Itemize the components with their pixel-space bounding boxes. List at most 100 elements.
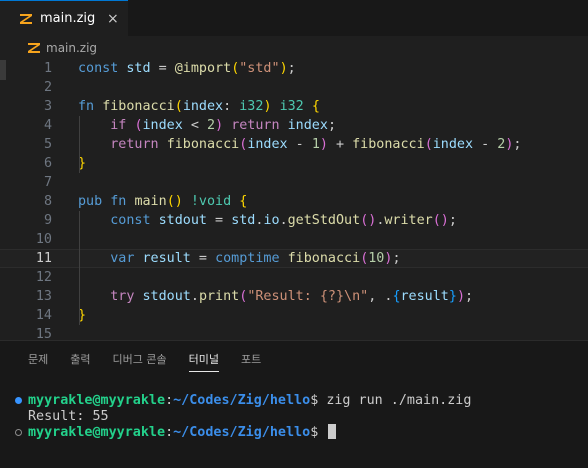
terminal-text: myyrakle@myyrakle:~/Codes/Zig/hello$ zig… bbox=[28, 392, 471, 409]
code-token: !void bbox=[190, 194, 232, 209]
code-line[interactable]: 5 return fibonacci(index - 1) + fibonacc… bbox=[0, 135, 588, 154]
code-token: ; bbox=[513, 137, 522, 152]
code-token: index bbox=[287, 118, 328, 133]
code-token: return bbox=[110, 137, 159, 152]
code-token: () bbox=[432, 213, 449, 228]
close-icon[interactable]: × bbox=[107, 9, 119, 29]
indent-guide bbox=[79, 211, 80, 325]
code-token: if bbox=[110, 118, 127, 133]
code-token: () bbox=[360, 213, 377, 228]
code-text: return fibonacci(index - 1) + fibonacci(… bbox=[78, 135, 521, 154]
code-token: var bbox=[110, 251, 135, 266]
code-token: try bbox=[110, 289, 135, 304]
code-token: = bbox=[150, 61, 175, 76]
code-token: i32 bbox=[279, 99, 304, 114]
code-token: index bbox=[432, 137, 474, 152]
terminal-line[interactable]: Result: 55 bbox=[0, 408, 588, 425]
terminal-output: Result: 55 bbox=[28, 409, 109, 424]
panel-tab[interactable]: 문제 bbox=[28, 351, 48, 372]
code-text: try stdout.print("Result: {?}\n", .{resu… bbox=[78, 287, 473, 306]
code-token: result bbox=[400, 289, 449, 304]
code-editor[interactable]: 1 const std = @import("std"); 2 3 fn fibonac… bbox=[0, 58, 588, 340]
code-line[interactable]: 3 fn fibonacci(index: i32) i32 { bbox=[0, 97, 588, 116]
code-token: ; bbox=[392, 251, 401, 266]
code-token: ; bbox=[287, 61, 296, 76]
code-token: @import bbox=[174, 61, 232, 76]
code-line[interactable]: 15 bbox=[0, 325, 588, 340]
prompt-separator: : bbox=[165, 393, 174, 408]
panel-tabs: 문제 출력 디버그 콘솔 터미널 포트 bbox=[28, 351, 283, 372]
code-token: { bbox=[311, 99, 320, 114]
line-number: 8 bbox=[43, 194, 52, 209]
code-token: < bbox=[182, 118, 207, 133]
code-token: fn bbox=[78, 99, 95, 114]
panel-tab[interactable]: 출력 bbox=[70, 351, 90, 372]
code-token: index bbox=[182, 99, 224, 114]
line-number: 14 bbox=[35, 308, 52, 323]
command-decoration-icon[interactable] bbox=[15, 429, 22, 436]
code-line[interactable]: 1 const std = @import("std"); bbox=[0, 59, 588, 78]
code-token: fibonacci bbox=[166, 137, 240, 152]
code-line[interactable]: 9 const stdout = std.io.getStdOut().writ… bbox=[0, 211, 588, 230]
code-token: writer bbox=[384, 213, 433, 228]
zig-icon bbox=[20, 13, 32, 24]
code-line[interactable]: 4 if (index < 2) return index; bbox=[0, 116, 588, 135]
code-line[interactable]: 2 bbox=[0, 78, 588, 97]
prompt-path: ~/Codes/Zig/hello bbox=[173, 425, 311, 440]
code-text: const stdout = std.io.getStdOut().writer… bbox=[78, 211, 457, 230]
tab-main-zig[interactable]: main.zig × bbox=[0, 0, 128, 36]
line-number: 6 bbox=[43, 156, 52, 171]
code-token: () bbox=[166, 194, 183, 209]
code-text: var result = comptime fibonacci(10); bbox=[78, 250, 401, 267]
code-token: io bbox=[263, 213, 280, 228]
breadcrumb-file-label: main.zig bbox=[46, 41, 98, 55]
line-number: 1 bbox=[43, 61, 52, 76]
line-number: 5 bbox=[43, 137, 52, 152]
code-line[interactable]: 6} bbox=[0, 154, 588, 173]
terminal-line[interactable]: myyrakle@myyrakle:~/Codes/Zig/hello$ bbox=[0, 424, 588, 441]
prompt-path: ~/Codes/Zig/hello bbox=[173, 393, 311, 408]
code-line[interactable]: 14} bbox=[0, 306, 588, 325]
code-line[interactable]: 13 try stdout.print("Result: {?}\n", .{r… bbox=[0, 287, 588, 306]
code-token: print bbox=[198, 289, 240, 304]
panel-tab[interactable]: 디버그 콘솔 bbox=[113, 351, 167, 372]
code-token: ) bbox=[456, 289, 465, 304]
code-line[interactable]: 10 bbox=[0, 230, 588, 249]
code-line[interactable]: 12 bbox=[0, 268, 588, 287]
code-token: stdout bbox=[142, 289, 191, 304]
code-token: fibonacci bbox=[352, 137, 425, 152]
panel-tab[interactable]: 포트 bbox=[241, 351, 261, 372]
code-token: 1 bbox=[311, 137, 320, 152]
code-line[interactable]: 7 bbox=[0, 173, 588, 192]
terminal-line[interactable]: myyrakle@myyrakle:~/Codes/Zig/hello$ zig… bbox=[0, 392, 588, 409]
code-token: ; bbox=[327, 118, 336, 133]
code-line[interactable]: 11 var result = comptime fibonacci(10); bbox=[0, 249, 588, 268]
line-number: 4 bbox=[43, 118, 52, 133]
code-token: ( bbox=[134, 118, 143, 133]
breadcrumb[interactable]: main.zig bbox=[28, 38, 97, 58]
prompt-symbol: $ bbox=[310, 393, 327, 408]
zig-icon bbox=[28, 43, 40, 53]
code-token: ( bbox=[174, 99, 183, 114]
code-token: - bbox=[473, 137, 498, 152]
code-token: fibonacci bbox=[102, 99, 175, 114]
editor-tab-bar: main.zig × bbox=[0, 0, 588, 36]
code-token: { bbox=[392, 289, 401, 304]
command-decoration-icon[interactable] bbox=[15, 397, 22, 404]
code-token: ; bbox=[448, 213, 457, 228]
panel-tab[interactable]: 터미널 bbox=[188, 351, 219, 372]
code-token: index bbox=[247, 137, 288, 152]
code-line[interactable]: 8 pub fn main() !void { bbox=[0, 192, 588, 211]
